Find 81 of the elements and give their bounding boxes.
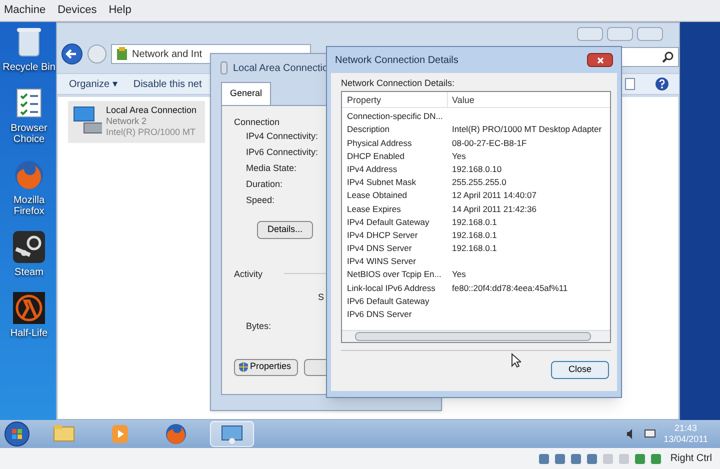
caption-text: Network Connection Details: bbox=[341, 77, 455, 90]
details-button[interactable]: Details... bbox=[257, 220, 313, 238]
field-label: IPv4 Connectivity: bbox=[246, 130, 318, 142]
group-label: Activity bbox=[234, 268, 263, 281]
close-button[interactable] bbox=[587, 53, 613, 67]
value-cell-text: Intel(R) PRO/1000 MT Desktop Adapter bbox=[451, 123, 602, 136]
property-cell-text: Lease Expires bbox=[346, 202, 402, 216]
desktop-icon-label[interactable]: Recycle Bin bbox=[1, 62, 57, 73]
network-name: Network 2 bbox=[106, 116, 148, 127]
value-cell-text: 192.168.0.10 bbox=[451, 162, 502, 176]
desktop-icon-label[interactable]: Steam bbox=[1, 267, 57, 278]
property-cell-text: Link-local IPv6 Address bbox=[346, 282, 436, 294]
value-cell-text: Yes bbox=[451, 268, 466, 282]
group-label: Connection bbox=[234, 116, 280, 128]
property-cell-text: IPv6 DNS Server bbox=[346, 308, 413, 321]
property-cell-text: IPv4 Default Gateway bbox=[346, 216, 430, 228]
properties-button[interactable]: Properties bbox=[234, 358, 298, 376]
value-cell-text: Yes bbox=[451, 150, 466, 163]
minimize-button[interactable] bbox=[577, 27, 603, 41]
field-label: IPv6 Connectivity: bbox=[246, 146, 318, 158]
property-cell-text: Lease Obtained bbox=[346, 189, 408, 202]
desktop-icon-label[interactable]: Half-Life bbox=[1, 328, 57, 339]
close-icon bbox=[596, 56, 604, 64]
property-cell-text: IPv4 DNS Server bbox=[346, 242, 413, 255]
value-cell-text: 12 April 2011 14:40:07 bbox=[451, 189, 536, 202]
value-cell-text: 192.168.0.1 bbox=[451, 228, 497, 242]
value-cell-text: 08-00-27-EC-B8-1F bbox=[451, 136, 527, 150]
property-cell-text: Description bbox=[346, 123, 391, 136]
breadcrumb-text[interactable]: Network and Int bbox=[132, 46, 202, 62]
field-label: Duration: bbox=[246, 178, 284, 190]
desktop-icon-label[interactable]: Browser Choice bbox=[1, 123, 57, 145]
value-cell-text: 255.255.255.0 bbox=[451, 176, 506, 189]
steam-icon[interactable] bbox=[13, 231, 45, 263]
help-icon[interactable] bbox=[655, 77, 669, 91]
sent-label: S bbox=[318, 290, 324, 304]
property-cell-text: Physical Address bbox=[346, 136, 413, 150]
lambda-icon[interactable] bbox=[13, 292, 45, 324]
menu-item[interactable]: Help bbox=[108, 2, 132, 19]
value-cell-text: fe80::20f4:dd78:4eea:45af%11 bbox=[451, 282, 568, 294]
search-icon bbox=[662, 51, 674, 63]
toolbar-button[interactable]: Organize ▾ bbox=[69, 76, 118, 92]
connection-item[interactable]: Local Area Connection Network 2 Intel(R) PRO/1000 MT bbox=[68, 101, 205, 143]
connection-name: Local Area Connection bbox=[106, 105, 197, 116]
taskbar-button[interactable] bbox=[210, 421, 254, 447]
value-cell-text: 192.168.0.1 bbox=[451, 216, 497, 228]
value-cell-text: 192.168.0.1 bbox=[451, 242, 497, 255]
field-label: Speed: bbox=[246, 194, 276, 206]
preview-pane-icon[interactable] bbox=[625, 78, 635, 90]
firefox-icon bbox=[164, 422, 188, 446]
menu-item[interactable]: Machine bbox=[4, 2, 46, 19]
horizontal-scrollbar[interactable] bbox=[342, 330, 610, 342]
close-button[interactable]: Close bbox=[551, 361, 609, 379]
back-icon[interactable] bbox=[61, 43, 83, 65]
menu-item[interactable]: Devices bbox=[58, 2, 97, 19]
property-cell-text: IPv4 Address bbox=[346, 162, 398, 176]
maximize-button[interactable] bbox=[607, 27, 633, 41]
host-key-label: Right Ctrl bbox=[670, 452, 712, 466]
property-cell-text: DHCP Enabled bbox=[346, 150, 406, 163]
desktop-icon-label[interactable]: Mozilla Firefox bbox=[1, 195, 57, 217]
scrollbar-thumb[interactable] bbox=[355, 332, 591, 341]
network-tray-icon[interactable] bbox=[644, 429, 656, 439]
column-header[interactable]: Property bbox=[342, 92, 448, 107]
start-orb-icon[interactable] bbox=[4, 421, 30, 447]
field-label: Media State: bbox=[246, 162, 298, 174]
bytes-label: Bytes: bbox=[246, 320, 272, 333]
value-cell-text: 14 April 2011 21:42:36 bbox=[451, 202, 536, 216]
mouse-pointer-icon bbox=[511, 353, 521, 368]
column-header[interactable]: Value bbox=[448, 92, 474, 107]
adapter-name: Intel(R) PRO/1000 MT bbox=[106, 127, 197, 138]
firefox-icon[interactable] bbox=[13, 159, 45, 191]
property-cell-text: IPv6 Default Gateway bbox=[346, 294, 430, 308]
shield-icon bbox=[239, 362, 248, 372]
property-cell-text: IPv4 Subnet Mask bbox=[346, 176, 417, 189]
dialog-title: Network Connection Details bbox=[335, 54, 458, 68]
property-cell-text: NetBIOS over Tcpip En... bbox=[346, 268, 442, 282]
property-cell-text: IPv4 DHCP Server bbox=[346, 228, 419, 242]
tab[interactable]: General bbox=[221, 82, 272, 104]
property-cell-text: IPv4 WINS Server bbox=[346, 255, 417, 268]
toolbar-button[interactable]: Disable this net bbox=[133, 76, 202, 92]
network-folder-icon bbox=[116, 47, 128, 61]
property-cell-text: Connection-specific DN... bbox=[346, 110, 444, 123]
